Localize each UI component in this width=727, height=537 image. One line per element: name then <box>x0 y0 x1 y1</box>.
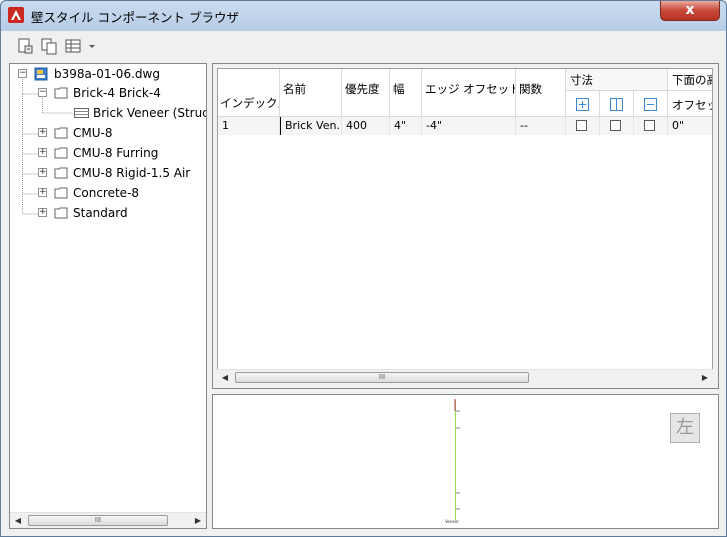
cell-function[interactable]: -- <box>516 117 566 135</box>
component-grid: インデックス 名前 優先度 幅 エッジ オフセット 関数 寸法 <box>217 68 713 370</box>
component-icon <box>74 108 89 118</box>
view-table-icon[interactable] <box>64 37 82 55</box>
toolbar <box>9 32 720 60</box>
component-grid-pane: インデックス 名前 優先度 幅 エッジ オフセット 関数 寸法 <box>212 63 719 389</box>
autocad-logo-icon <box>8 7 24 23</box>
column-header-name[interactable]: 名前 <box>280 69 342 117</box>
expand-icon[interactable]: + <box>38 148 47 157</box>
tree-item-label: CMU-8 Rigid-1.5 Air <box>73 166 191 180</box>
column-header-bottom-elevation[interactable]: 下面の高 <box>668 69 712 91</box>
cell-priority[interactable]: 400 <box>342 117 390 135</box>
scroll-right-icon[interactable]: ▶ <box>697 370 713 385</box>
tree-root-drawing[interactable]: − b398a-01-06.dwg <box>10 65 206 83</box>
cell-index[interactable]: 1 <box>218 117 280 135</box>
copy-icon[interactable] <box>40 37 58 55</box>
folder-icon <box>54 127 68 139</box>
column-header-dim-2[interactable] <box>600 91 634 117</box>
cell-edge-offset[interactable]: -4" <box>422 117 516 135</box>
cell-width[interactable]: 4" <box>390 117 422 135</box>
wall-preview-pane: Veneer 左 <box>212 394 719 529</box>
tree-item-cmu-8-furring[interactable]: + CMU-8 Furring <box>10 144 206 162</box>
close-button[interactable]: x <box>660 1 720 21</box>
tree-item-label: Brick Veneer (Struc <box>93 106 206 120</box>
folder-icon <box>54 147 68 159</box>
column-header-index[interactable]: インデックス <box>218 69 280 117</box>
grid-horizontal-scrollbar[interactable]: ◀ III ▶ <box>217 369 713 385</box>
expand-icon[interactable]: + <box>38 168 47 177</box>
tree-item-label: Standard <box>73 206 128 220</box>
scroll-left-icon[interactable]: ◀ <box>217 370 233 385</box>
column-header-dim-3[interactable] <box>634 91 668 117</box>
style-tree-pane: − b398a-01-06.dwg − Brick-4 Brick-4 Bric… <box>9 63 207 529</box>
dimension-line-icon <box>644 98 657 111</box>
tree-item-cmu-8-rigid[interactable]: + CMU-8 Rigid-1.5 Air <box>10 164 206 182</box>
dim-3-checkbox[interactable] <box>644 120 655 131</box>
dimension-split-icon <box>610 98 623 111</box>
scroll-right-icon[interactable]: ▶ <box>190 513 206 528</box>
tree-item-cmu-8[interactable]: + CMU-8 <box>10 124 206 142</box>
dim-1-checkbox[interactable] <box>576 120 587 131</box>
expand-icon[interactable]: + <box>38 128 47 137</box>
drawing-icon[interactable] <box>16 37 34 55</box>
column-header-priority[interactable]: 優先度 <box>342 69 390 117</box>
column-header-offset[interactable]: オフセット <box>668 91 712 117</box>
column-header-width[interactable]: 幅 <box>390 69 422 117</box>
expand-icon[interactable]: + <box>38 188 47 197</box>
tree-horizontal-scrollbar[interactable]: ◀ III ▶ <box>10 512 206 528</box>
window-title: 壁スタイル コンポーネント ブラウザ <box>31 10 239 25</box>
column-header-function[interactable]: 関数 <box>516 69 566 117</box>
style-tree: − b398a-01-06.dwg − Brick-4 Brick-4 Bric… <box>10 64 206 514</box>
tree-item-concrete-8[interactable]: + Concrete-8 <box>10 184 206 202</box>
title-bar: 壁スタイル コンポーネント ブラウザ x <box>1 1 726 31</box>
folder-icon <box>54 167 68 179</box>
column-header-dim-1[interactable] <box>566 91 600 117</box>
cell-bottom-offset[interactable]: 0" <box>668 117 712 135</box>
preview-component-label: Veneer <box>445 519 459 524</box>
collapse-icon[interactable]: − <box>18 69 27 78</box>
wall-preview-graphic <box>454 399 460 520</box>
scroll-thumb[interactable]: III <box>28 515 168 526</box>
column-header-edge-offset[interactable]: エッジ オフセット <box>422 69 516 117</box>
cell-dim-1[interactable] <box>566 117 600 135</box>
expand-icon[interactable]: + <box>38 208 47 217</box>
dim-2-checkbox[interactable] <box>610 120 621 131</box>
column-header-dimension[interactable]: 寸法 <box>566 69 668 91</box>
cell-dim-2[interactable] <box>600 117 634 135</box>
tree-item-brick-veneer[interactable]: Brick Veneer (Struc <box>10 104 206 122</box>
tree-item-label: CMU-8 <box>73 126 113 140</box>
folder-icon <box>54 187 68 199</box>
left-side-button[interactable]: 左 <box>670 413 700 443</box>
cell-dim-3[interactable] <box>634 117 668 135</box>
collapse-icon[interactable]: − <box>38 88 47 97</box>
dimension-center-icon <box>576 98 589 111</box>
dwg-file-icon <box>34 67 48 81</box>
folder-icon <box>54 87 68 99</box>
tree-item-label: CMU-8 Furring <box>73 146 159 160</box>
cell-name[interactable]: Brick Ven... <box>280 117 342 135</box>
close-icon: x <box>685 2 695 18</box>
component-browser-window: 壁スタイル コンポーネント ブラウザ x − b398a-01-06.dwg −… <box>0 0 727 537</box>
folder-icon <box>54 207 68 219</box>
dropdown-arrow-icon[interactable] <box>87 37 97 55</box>
tree-item-label: Concrete-8 <box>73 186 140 200</box>
scroll-left-icon[interactable]: ◀ <box>10 513 26 528</box>
tree-item-label: Brick-4 Brick-4 <box>73 86 161 100</box>
tree-item-standard[interactable]: + Standard <box>10 204 206 222</box>
scroll-thumb[interactable]: III <box>235 372 529 383</box>
tree-item-brick-4[interactable]: − Brick-4 Brick-4 <box>10 84 206 102</box>
tree-root-label: b398a-01-06.dwg <box>54 67 160 81</box>
